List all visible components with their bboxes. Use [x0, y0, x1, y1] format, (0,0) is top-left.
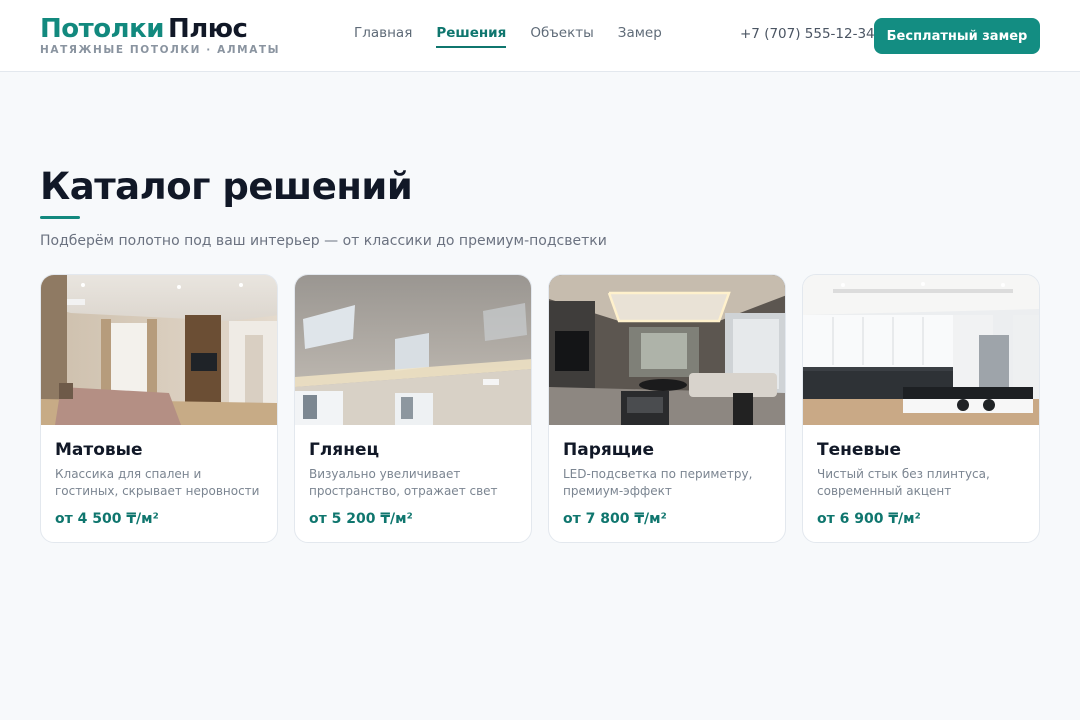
brand-name-part1: Потолки: [40, 14, 164, 44]
catalog-section: Каталог решений Подберём полотно под ваш…: [40, 160, 1040, 543]
card-body: Матовые Классика для спален и гостиных, …: [41, 425, 277, 527]
page-title: Каталог решений: [40, 165, 413, 208]
card-description: Чистый стык без плинтуса, современный ак…: [817, 467, 990, 498]
card-body: Теневые Чистый стык без плинтуса, соврем…: [803, 425, 1039, 527]
card-body: Глянец Визуально увеличивает пространств…: [295, 425, 531, 527]
main-nav: Главная Решения Объекты Замер: [354, 25, 662, 48]
card-matte[interactable]: Матовые Классика для спален и гостиных, …: [40, 274, 278, 543]
card-description: Визуально увеличивает пространство, отра…: [309, 467, 498, 498]
card-price: от 5 200 ₸/м²: [309, 511, 413, 527]
card-gloss[interactable]: Глянец Визуально увеличивает пространств…: [294, 274, 532, 543]
card-title: Матовые: [55, 440, 143, 460]
title-underline: [40, 216, 80, 219]
card-body: Парящие LED-подсветка по периметру, прем…: [549, 425, 785, 527]
nav-item-measure[interactable]: Замер: [618, 25, 662, 48]
floating-ceiling-photo: [549, 275, 785, 425]
card-title: Теневые: [817, 440, 902, 460]
nav-item-objects[interactable]: Объекты: [530, 25, 593, 48]
site-header: Потолки Плюс НАТЯЖНЫЕ ПОТОЛКИ · АЛМАТЫ Гл…: [0, 0, 1080, 72]
nav-item-home[interactable]: Главная: [354, 25, 412, 48]
matte-ceiling-photo: [41, 275, 277, 425]
card-description: Классика для спален и гостиных, скрывает…: [55, 467, 260, 498]
brand-logo[interactable]: Потолки Плюс НАТЯЖНЫЕ ПОТОЛКИ · АЛМАТЫ: [40, 14, 280, 56]
card-title: Парящие: [563, 440, 655, 460]
shadow-ceiling-photo: [803, 275, 1039, 425]
card-floating[interactable]: Парящие LED-подсветка по периметру, прем…: [548, 274, 786, 543]
card-price: от 4 500 ₸/м²: [55, 511, 159, 527]
page-subtitle: Подберём полотно под ваш интерьер — от к…: [40, 233, 607, 249]
nav-item-solutions[interactable]: Решения: [436, 25, 507, 48]
card-shadow[interactable]: Теневые Чистый стык без плинтуса, соврем…: [802, 274, 1040, 543]
card-price: от 6 900 ₸/м²: [817, 511, 921, 527]
free-measure-button[interactable]: Бесплатный замер: [874, 18, 1040, 54]
gloss-ceiling-photo: [295, 275, 531, 425]
card-description: LED-подсветка по периметру, премиум-эффе…: [563, 467, 753, 498]
brand-tagline: НАТЯЖНЫЕ ПОТОЛКИ · АЛМАТЫ: [40, 44, 281, 56]
card-price: от 7 800 ₸/м²: [563, 511, 667, 527]
solutions-grid: Матовые Классика для спален и гостиных, …: [40, 274, 1040, 543]
brand-name-part2: Плюс: [167, 14, 248, 44]
phone-link[interactable]: +7 (707) 555-12-34: [740, 26, 875, 42]
card-title: Глянец: [309, 440, 380, 460]
